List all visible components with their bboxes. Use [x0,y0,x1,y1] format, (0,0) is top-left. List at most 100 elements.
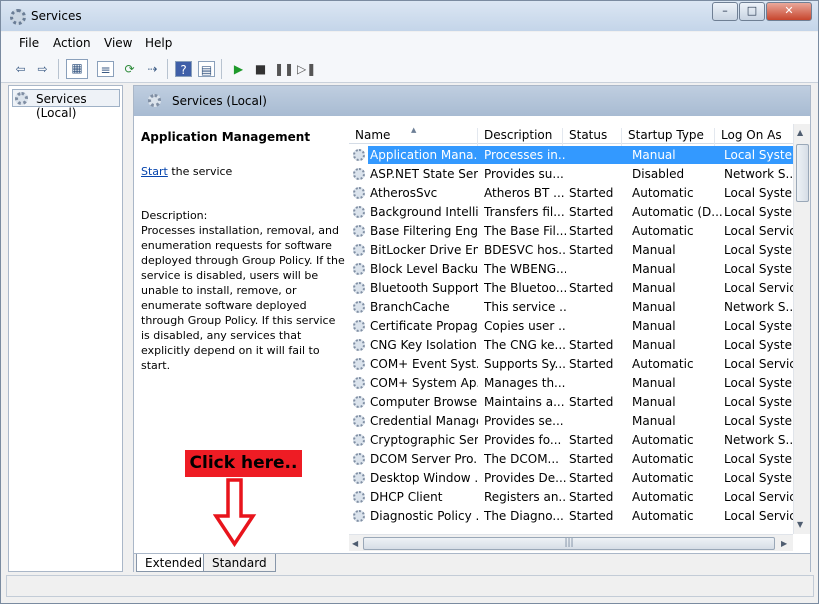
tab-extended[interactable]: Extended [136,554,211,572]
scroll-down-icon[interactable]: ▼ [797,520,803,529]
table-row[interactable]: Application Mana... Processes in... Manual… [349,146,794,165]
scroll-left-icon[interactable]: ◀ [352,539,358,548]
table-row[interactable]: DHCP Client Registers an... Started Automat… [349,488,794,507]
horizontal-scroll-thumb[interactable]: ||| [363,537,775,550]
table-row[interactable]: Background Intelli... Transfers fil... Sta… [349,203,794,222]
forward-arrow-icon[interactable]: ⇨ [34,61,51,77]
properties-icon[interactable]: ≡ [97,61,114,77]
vertical-scrollbar[interactable]: ▲ ▼ [793,124,810,534]
start-service-line: Start the service [141,164,232,179]
table-row[interactable]: AtherosSvc Atheros BT ... Started Automatic… [349,184,794,203]
table-row[interactable]: COM+ System Ap... Manages th... Manual Loca… [349,374,794,393]
cell-description: Registers an... [484,490,566,504]
table-row[interactable]: BitLocker Drive En...BDESVC hos...Starte… [349,241,794,260]
maximize-button[interactable]: □ [739,2,765,21]
table-row[interactable]: COM+ Event Syst... Supports Sy... Started A… [349,355,794,374]
start-service-link[interactable]: Start [141,165,168,178]
cell-description: Transfers fil... [484,205,565,219]
row-details: Transfers fil... Started Automatic (D... Lo… [478,203,794,221]
cell-description: Copies user ... [484,319,566,333]
tab-standard[interactable]: Standard [203,554,276,572]
cell-name: Block Level Backu... [370,262,478,276]
table-row[interactable]: Bluetooth Support...The Bluetoo...Starte… [349,279,794,298]
stop-service-icon[interactable]: ■ [252,61,269,77]
services-list: ▲ Name Description Status Startup Type Lo… [349,124,811,551]
cell-log-on-as: Local Service [724,281,794,295]
cell-name: COM+ System Ap... [370,376,478,390]
restart-service-icon[interactable]: ▷❚ [297,61,316,77]
show-hide-console-tree-icon[interactable]: ▦ [66,59,88,79]
cell-status: Started [569,452,614,466]
column-header-startup-type[interactable]: Startup Type [622,128,715,146]
cell-startup-type: Manual [632,395,676,409]
menu-help[interactable]: Help [145,36,172,50]
cell-startup-type: Manual [632,376,676,390]
menu-file[interactable]: File [19,36,39,50]
menu-view[interactable]: View [104,36,132,50]
column-header-name[interactable]: ▲ Name [349,126,478,146]
cell-description: Provides De... [484,471,566,485]
cell-description: Provides se... [484,414,564,428]
cell-log-on-as: Local Syste... [724,148,794,162]
cell-log-on-as: Network S... [724,300,794,314]
tree-item-label: Services (Local) [36,92,87,120]
back-arrow-icon[interactable]: ⇦ [12,61,29,77]
cell-log-on-as: Local Syste... [724,319,794,333]
cell-description: The Bluetoo... [484,281,566,295]
table-row[interactable]: Credential Manager Provides se... Manual Lo… [349,412,794,431]
cell-startup-type: Manual [632,300,676,314]
horizontal-scrollbar[interactable]: ◀ ||| ▶ [349,534,793,551]
table-row[interactable]: Base Filtering Engi...The Base Fil...Sta… [349,222,794,241]
table-row[interactable]: BranchCache This service ... Manual Network… [349,298,794,317]
cell-log-on-as: Local Syste... [724,452,794,466]
cell-description: Provides fo... [484,433,562,447]
table-row[interactable]: Certificate Propag... Copies user ... Manu… [349,317,794,336]
table-row[interactable]: Computer Browser Maintains a... Started Man… [349,393,794,412]
cell-name: BitLocker Drive En... [370,243,478,257]
row-details: The Bluetoo...Started Manual Local Service [478,279,794,297]
menu-action[interactable]: Action [53,36,91,50]
pause-service-icon[interactable]: ❚❚ [274,61,294,77]
column-header-status[interactable]: Status [563,128,622,146]
scroll-up-icon[interactable]: ▲ [797,128,803,137]
scroll-right-icon[interactable]: ▶ [781,539,787,548]
cell-name: ASP.NET State Ser... [370,167,478,181]
minimize-button[interactable]: – [712,2,738,21]
column-header-log-on-as[interactable]: Log On As [715,128,793,146]
status-bar [6,575,814,597]
export-list-icon[interactable]: ⇢ [144,61,161,77]
cell-name: Application Mana... [368,146,478,164]
cell-log-on-as: Local Service [724,357,794,371]
table-row[interactable]: CNG Key Isolation The CNG ke... Started Man… [349,336,794,355]
start-service-icon[interactable]: ▶ [230,61,247,77]
table-row[interactable]: DCOM Server Pro... The DCOM... Started Auto… [349,450,794,469]
toolbar-separator [167,59,168,79]
cell-description: The DCOM... [484,452,559,466]
service-gear-icon [353,320,365,332]
table-row[interactable]: Block Level Backu... The WBENG... Manual Lo… [349,260,794,279]
close-button[interactable]: ✕ [766,2,812,21]
title-bar[interactable]: Services – □ ✕ [1,1,818,31]
row-details: BDESVC hos...Started Manual Local Syste... [478,241,794,259]
service-detail-panel: Application Management Start the service… [141,130,346,372]
action-pane-icon[interactable]: ▤ [198,61,215,77]
console-tree: Services (Local) [8,85,123,572]
tree-item-services-local[interactable]: Services (Local) [12,89,120,120]
column-header-description[interactable]: Description [478,128,563,146]
table-row[interactable]: Cryptographic Ser... Provides fo... Starte… [349,431,794,450]
help-icon[interactable]: ? [175,61,192,77]
refresh-icon[interactable]: ⟳ [121,61,138,77]
service-gear-icon [353,187,365,199]
pane-title: Services (Local) [172,94,267,108]
start-service-suffix: the service [167,165,233,178]
cell-name: DCOM Server Pro... [370,452,478,466]
table-row[interactable]: Diagnostic Policy ... The Diagno... Starte… [349,507,794,526]
table-row[interactable]: Desktop Window ... Provides De... Started A… [349,469,794,488]
cell-log-on-as: Local Syste... [724,376,794,390]
service-gear-icon [353,339,365,351]
row-details: Registers an... Started Automatic Local Ser… [478,488,794,506]
row-details: Provides De... Started Automatic Local Syst… [478,469,794,487]
cell-log-on-as: Local Syste... [724,205,794,219]
table-row[interactable]: ASP.NET State Ser... Provides su... Disabl… [349,165,794,184]
vertical-scroll-thumb[interactable] [796,144,809,202]
